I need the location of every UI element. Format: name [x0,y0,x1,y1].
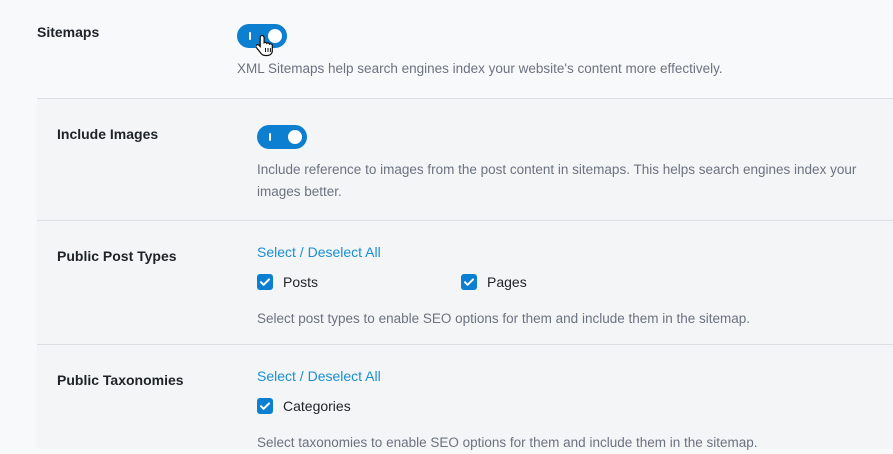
checkbox-label: Pages [487,274,527,290]
include-images-toggle[interactable] [257,125,307,149]
sitemaps-label: Sitemaps [37,24,100,40]
categories-checkbox[interactable]: Categories [257,398,351,414]
pages-checkbox[interactable]: Pages [461,274,527,290]
post-types-select-all-link[interactable]: Select / Deselect All [257,244,381,260]
taxonomies-description: Select taxonomies to enable SEO options … [257,435,758,450]
public-post-types-label: Public Post Types [57,248,177,264]
checkbox-label: Posts [283,274,319,290]
checkmark-icon [260,278,270,286]
toggle-knob [288,130,302,144]
description-line: Include reference to images from the pos… [257,162,857,177]
public-post-types-row: Public Post Types Select / Deselect All … [37,221,893,345]
post-types-options: Posts Pages [257,274,877,294]
taxonomies-options: Categories [257,398,877,418]
description-line: images better. [257,184,342,199]
checkmark-icon [260,402,270,410]
public-taxonomies-label: Public Taxonomies [57,372,184,388]
post-types-description: Select post types to enable SEO options … [257,311,751,326]
checkbox-checked[interactable] [461,274,477,290]
include-images-description: Include reference to images from the pos… [257,159,877,203]
posts-checkbox[interactable]: Posts [257,274,318,290]
public-taxonomies-row: Public Taxonomies Select / Deselect All … [37,345,893,450]
include-images-label: Include Images [57,126,159,142]
sitemaps-description: XML Sitemaps help search engines index y… [237,61,723,76]
sitemaps-section: Sitemaps XML Sitemaps help search engine… [0,0,893,98]
toggle-on-indicator [269,133,271,141]
hand-pointer-icon [256,34,273,57]
toggle-on-indicator [249,32,251,40]
include-images-row: Include Images Include reference to imag… [37,99,893,221]
checkmark-icon [464,278,474,286]
sitemap-settings-panel: Include Images Include reference to imag… [37,98,893,450]
checkbox-checked[interactable] [257,274,273,290]
checkbox-checked[interactable] [257,398,273,414]
checkbox-label: Categories [283,398,351,414]
taxonomies-select-all-link[interactable]: Select / Deselect All [257,368,381,384]
